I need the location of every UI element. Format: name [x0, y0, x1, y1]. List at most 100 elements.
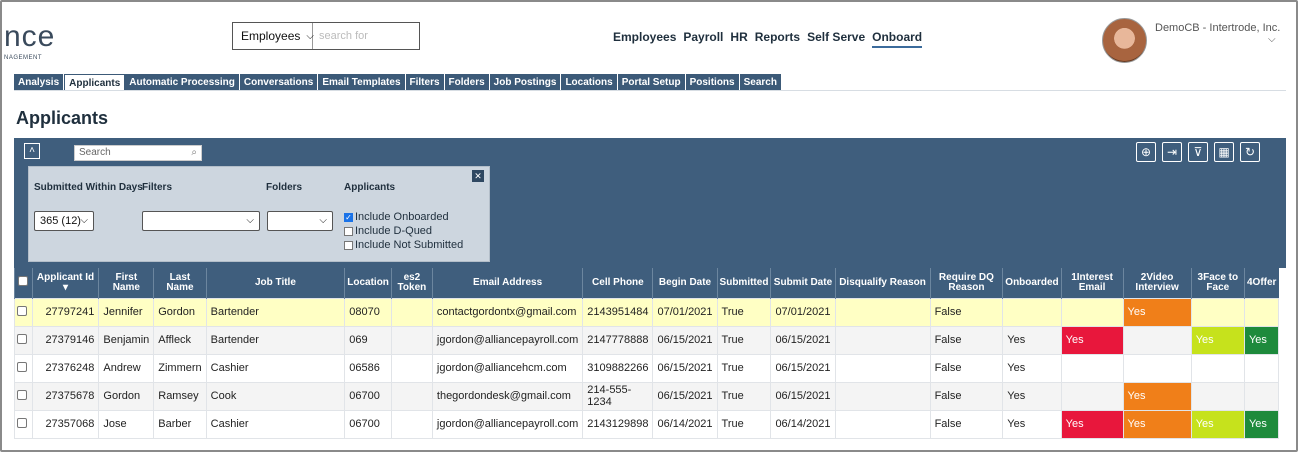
table-row[interactable]: 27379146 Benjamin Affleck Bartender 069 jgord… — [14, 325, 1280, 355]
refresh-icon[interactable]: ↻ — [1240, 142, 1260, 162]
tab-analysis[interactable]: Analysis — [14, 74, 65, 91]
filters-select[interactable]: ⌵ — [142, 211, 260, 231]
include-onboarded-checkbox[interactable]: ✓ Include Onboarded — [344, 211, 449, 223]
filters-label: Filters — [142, 182, 173, 193]
cell-submitted: True — [716, 325, 772, 355]
cell-require-dq-reason: False — [929, 381, 1004, 411]
cell-require-dq-reason: False — [929, 325, 1004, 355]
brand-logo[interactable]: nce — [4, 20, 55, 54]
col-last-name[interactable]: Last Name — [153, 268, 207, 298]
tab-folders[interactable]: Folders — [444, 74, 490, 91]
tab-portal-setup[interactable]: Portal Setup — [617, 74, 686, 91]
search-input[interactable]: search for — [313, 23, 419, 49]
include-dqued-checkbox[interactable]: Include D-Qued — [344, 225, 432, 237]
tab-filters[interactable]: Filters — [405, 74, 445, 91]
grid-search-placeholder: Search — [79, 147, 111, 158]
col-interest-email[interactable]: 1Interest Email — [1060, 268, 1123, 298]
nav-hr[interactable]: HR — [730, 30, 747, 48]
applicants-table: Applicant Id ▾ First Name Last Name Job … — [14, 268, 1280, 439]
cell-offer: Yes — [1243, 325, 1280, 355]
col-offer[interactable]: 4Offer — [1243, 268, 1279, 298]
col-submit-date[interactable]: Submit Date — [770, 268, 835, 298]
nav-reports[interactable]: Reports — [755, 30, 800, 48]
cell-last-name: Affleck — [153, 325, 207, 355]
include-not-submitted-checkbox[interactable]: Include Not Submitted — [344, 239, 463, 251]
cell-interest-email: Yes — [1060, 325, 1124, 355]
table-row[interactable]: 27797241 Jennifer Gordon Bartender 08070 cont… — [14, 297, 1280, 327]
avatar[interactable] — [1102, 18, 1147, 63]
cell-location: 08070 — [344, 297, 392, 327]
cell-submit-date: 06/15/2021 — [770, 325, 836, 355]
col-video-interview[interactable]: 2Video Interview — [1122, 268, 1192, 298]
collapse-icon[interactable]: ˄ — [24, 143, 40, 159]
table-body: 27797241 Jennifer Gordon Bartender 08070 cont… — [14, 297, 1280, 439]
close-icon[interactable]: ✕ — [472, 170, 484, 182]
col-location[interactable]: Location — [344, 268, 392, 298]
tab-locations[interactable]: Locations — [561, 74, 618, 91]
col-es2-token[interactable]: es2 Token — [390, 268, 433, 298]
row-select-checkbox[interactable] — [14, 297, 33, 327]
cell-es2-token — [390, 325, 433, 355]
col-require-dq-reason[interactable]: Require DQ Reason — [929, 268, 1003, 298]
cell-first-name: Andrew — [98, 353, 155, 383]
grid-search-input[interactable]: Search ⌕ — [74, 145, 202, 161]
page-title: Applicants — [16, 108, 109, 128]
col-applicant-id[interactable]: Applicant Id ▾ — [31, 268, 99, 298]
filter-icon[interactable]: ⊽ — [1188, 142, 1208, 162]
row-select-checkbox[interactable] — [14, 353, 33, 383]
col-submitted[interactable]: Submitted — [716, 268, 771, 298]
cell-job-title: Cashier — [205, 409, 346, 439]
table-row[interactable]: 27357068 Jose Barber Cashier 06700 jgordon@al… — [14, 409, 1280, 439]
tab-applicants[interactable]: Applicants — [64, 74, 126, 91]
col-email[interactable]: Email Address — [431, 268, 583, 298]
cell-last-name: Barber — [153, 409, 207, 439]
folders-select[interactable]: ⌵ — [267, 211, 333, 231]
col-disqualify-reason[interactable]: Disqualify Reason — [834, 268, 931, 298]
tab-search[interactable]: Search — [739, 74, 782, 91]
row-select-checkbox[interactable] — [14, 409, 33, 439]
sort-desc-icon: ▾ — [62, 281, 69, 293]
checkbox-icon — [17, 305, 27, 316]
search-scope-value: Employees — [241, 29, 301, 43]
tab-email-templates[interactable]: Email Templates — [318, 74, 406, 91]
col-cell-phone[interactable]: Cell Phone — [582, 268, 653, 298]
user-menu-label[interactable]: DemoCB - Intertrode, Inc. — [1155, 22, 1280, 34]
table-row[interactable]: 27375678 Gordon Ramsey Cook 06700 thegordonde… — [14, 381, 1280, 411]
add-icon[interactable]: ⊕ — [1136, 142, 1156, 162]
checkbox-icon — [17, 361, 27, 372]
nav-self-serve[interactable]: Self Serve — [807, 30, 865, 48]
col-job-title[interactable]: Job Title — [205, 268, 345, 298]
cell-begin-date: 06/15/2021 — [652, 353, 718, 383]
tab-job-postings[interactable]: Job Postings — [489, 74, 562, 91]
checkbox-icon — [17, 333, 27, 344]
table-row[interactable]: 27376248 Andrew Zimmern Cashier 06586 jgordon… — [14, 353, 1280, 383]
chevron-down-icon[interactable]: ⌵ — [1268, 34, 1276, 45]
chevron-down-icon: ⌵ — [80, 215, 88, 226]
col-begin-date[interactable]: Begin Date — [652, 268, 718, 298]
row-select-checkbox[interactable] — [14, 325, 33, 355]
cell-video-interview: Yes — [1122, 381, 1192, 411]
nav-onboard[interactable]: Onboard — [872, 30, 923, 48]
row-select-checkbox[interactable] — [14, 381, 33, 411]
tab-conversations[interactable]: Conversations — [239, 74, 319, 91]
unchecked-box-icon — [344, 226, 353, 236]
cell-cell-phone: 3109882266 — [582, 353, 654, 383]
cell-offer — [1243, 297, 1280, 327]
col-face-to-face[interactable]: 3Face to Face — [1190, 268, 1245, 298]
nav-employees[interactable]: Employees — [613, 30, 676, 48]
nav-payroll[interactable]: Payroll — [683, 30, 723, 48]
tab-automatic-processing[interactable]: Automatic Processing — [125, 74, 240, 91]
cell-cell-phone: 214-555-1234 — [582, 381, 654, 411]
cell-onboarded: Yes — [1002, 353, 1062, 383]
col-onboarded[interactable]: Onboarded — [1002, 268, 1062, 298]
submitted-within-select[interactable]: 365 (12) ⌵ — [34, 211, 94, 231]
tab-positions[interactable]: Positions — [685, 74, 740, 91]
cell-location: 069 — [344, 325, 392, 355]
col-first-name[interactable]: First Name — [98, 268, 154, 298]
select-all-checkbox[interactable] — [14, 268, 33, 298]
columns-icon[interactable]: ▦ — [1214, 142, 1234, 162]
chevron-down-icon: ⌵ — [319, 215, 327, 226]
export-icon[interactable]: ⇥ — [1162, 142, 1182, 162]
cell-disqualify-reason — [834, 325, 931, 355]
search-scope-select[interactable]: Employees ⌵ — [233, 23, 314, 49]
